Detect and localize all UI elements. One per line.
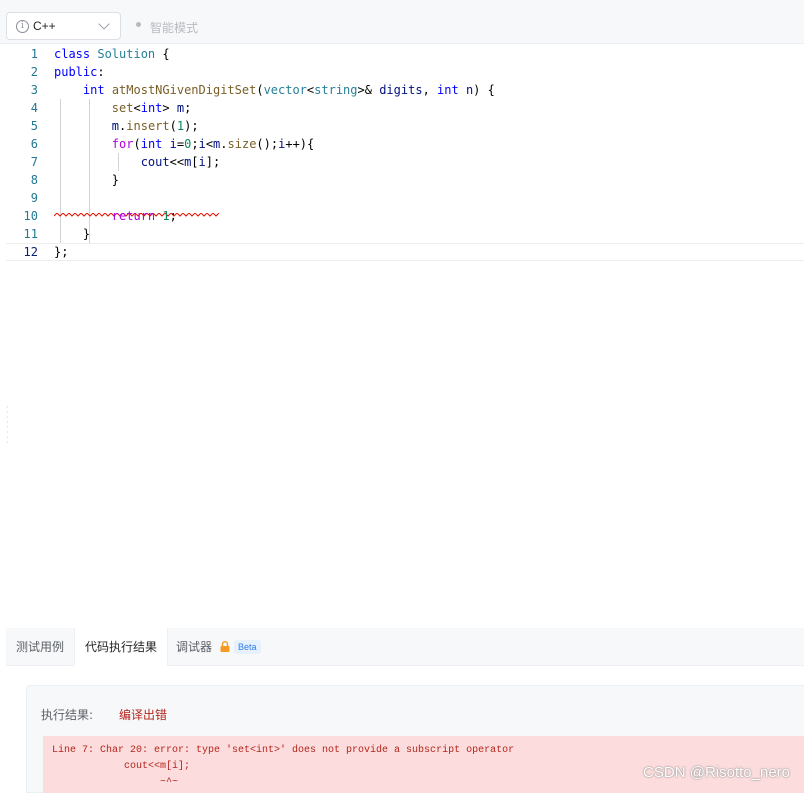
line-number: 3 [30, 83, 38, 97]
language-select[interactable]: i C++ [6, 12, 121, 40]
code-line[interactable]: 11 } [6, 225, 804, 243]
code-text: int atMostNGivenDigitSet(vector<string>&… [82, 83, 495, 97]
line-number: 6 [30, 137, 38, 151]
code-text: return 1; [111, 209, 177, 223]
resize-handle[interactable]: · · · · · · · · [6, 404, 9, 447]
code-line[interactable]: 9 [6, 189, 804, 207]
watermark: CSDN @Risotto_nero [643, 764, 790, 781]
code-line[interactable]: 7 cout<<m[i]; [6, 153, 804, 171]
code-editor[interactable]: · · · · · · · · 1 class Solution { 2 public: 3 int … [6, 45, 804, 627]
smart-mode-dot-icon [136, 22, 141, 27]
tab-testcases[interactable]: 测试用例 [6, 628, 74, 666]
code-text: for(int i=0;i<m.size();i++){ [111, 137, 315, 151]
code-line[interactable]: 10 return 1; [6, 207, 804, 225]
line-number: 7 [30, 155, 38, 169]
code-text: } [54, 173, 120, 187]
info-icon: i [16, 20, 29, 33]
code-line[interactable]: 3 int atMostNGivenDigitSet(vector<string… [6, 81, 804, 99]
code-line[interactable]: 8 } [6, 171, 804, 189]
result-status: 编译出错 [119, 708, 168, 722]
code-text: set<int> m; [111, 101, 192, 115]
code-line[interactable]: 5 m.insert(1); [6, 117, 804, 135]
code-text: public: [54, 65, 105, 79]
code-text: m.insert(1); [111, 119, 199, 133]
code-line[interactable]: 12}; [6, 243, 804, 261]
result-label: 执行结果: [41, 708, 94, 722]
editor-toolbar: i C++ 智能模式 [0, 0, 804, 44]
result-tab-bar: 测试用例 代码执行结果 调试器 Beta [6, 628, 804, 666]
beta-badge: Beta [234, 640, 261, 654]
code-line[interactable]: 4 set<int> m; [6, 99, 804, 117]
code-text: cout<<m[i]; [140, 155, 221, 169]
line-number: 8 [30, 173, 38, 187]
line-number: 1 [30, 47, 38, 61]
chevron-down-icon [98, 18, 110, 30]
tab-debugger[interactable]: 调试器 [166, 628, 222, 666]
code-text: }; [54, 245, 69, 259]
code-line[interactable]: 1 class Solution { [6, 45, 804, 63]
smart-mode-toggle[interactable]: 智能模式 [150, 19, 198, 36]
line-number: 11 [23, 227, 38, 241]
code-text: class Solution { [54, 47, 170, 61]
tab-run-result[interactable]: 代码执行结果 [74, 628, 169, 666]
code-line[interactable]: 2 public: [6, 63, 804, 81]
language-label: C++ [33, 19, 56, 33]
error-line: Line 7: Char 20: error: type 'set<int>' … [52, 745, 515, 756]
line-number: 4 [30, 101, 38, 115]
line-number: 2 [30, 65, 38, 79]
line-number: 5 [30, 119, 38, 133]
line-number: 9 [30, 191, 38, 205]
line-number: 12 [23, 245, 38, 259]
code-line[interactable]: 6 for(int i=0;i<m.size();i++){ [6, 135, 804, 153]
lock-icon [220, 641, 230, 652]
line-number: 10 [23, 209, 38, 223]
code-text: } [54, 227, 91, 241]
